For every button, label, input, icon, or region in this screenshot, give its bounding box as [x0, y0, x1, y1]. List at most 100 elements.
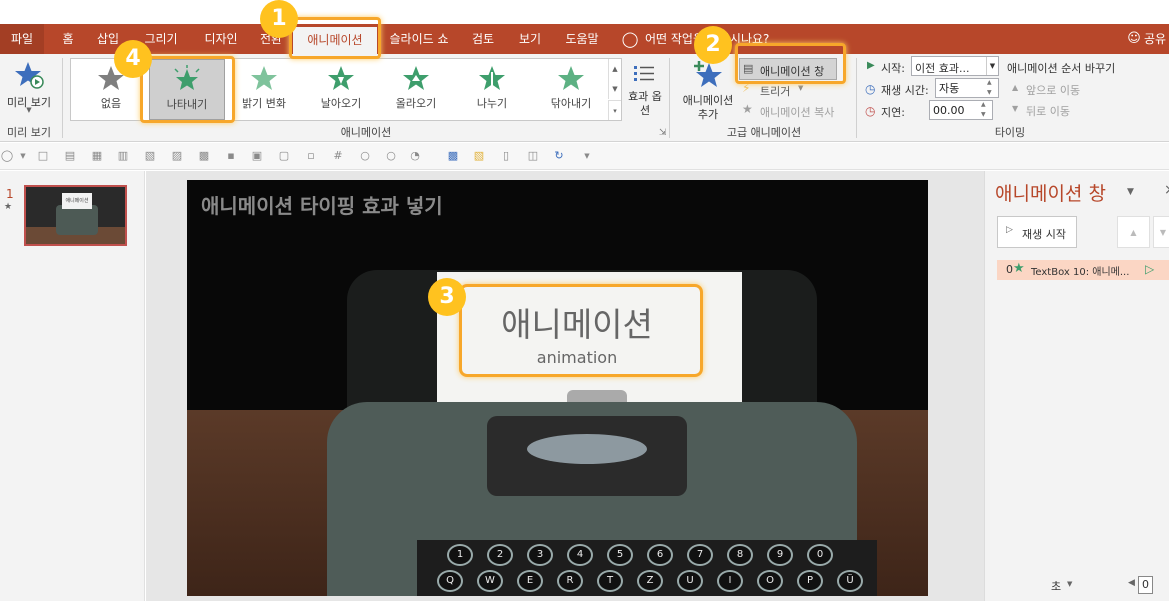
animation-item-index: 0	[1006, 263, 1013, 276]
animation-float-in[interactable]: 올라오기	[383, 59, 449, 120]
pane-menu-chevron-icon[interactable]: ▼	[1127, 187, 1134, 197]
gallery-scroll-down-icon[interactable]: ▼	[608, 79, 621, 99]
move-later-button[interactable]: ▼ 뒤로 이동	[1012, 103, 1122, 119]
align-center-icon[interactable]: ▨	[170, 149, 184, 163]
gallery-scroll-up-icon[interactable]: ▲	[608, 59, 621, 79]
tab-design[interactable]: 디자인	[196, 24, 246, 54]
animation-list-item[interactable]: 0 ★ TextBox 10: 애니메... ▷	[997, 260, 1169, 280]
move-earlier-button[interactable]: ▲ 앞으로 이동	[1012, 82, 1122, 98]
typewriter-number-key: 7	[687, 544, 713, 566]
seconds-unit-label: 초	[1051, 580, 1062, 593]
gallery-more-icon[interactable]: ▾	[608, 100, 621, 120]
step-badge-3: 3	[428, 278, 466, 316]
slide-thumbnail[interactable]: 애니메이션	[24, 185, 127, 246]
move-up-button[interactable]: ▲	[1117, 216, 1150, 248]
new-file-icon[interactable]: ▯	[499, 149, 513, 163]
typewriter-basket	[527, 434, 647, 464]
callout-animations-tab	[289, 17, 381, 59]
duration-spinner-icon[interactable]: ▲ ▼	[987, 78, 992, 98]
circle-fill-icon[interactable]: ○	[384, 149, 398, 163]
animation-fly-in[interactable]: 날아오기	[303, 59, 379, 120]
close-pane-icon[interactable]: ×	[1164, 182, 1169, 198]
lasso-icon[interactable]: ◯	[0, 149, 14, 163]
animation-wipe-label: 닦아내기	[550, 97, 592, 110]
typewriter-letter-key: W	[477, 570, 503, 592]
typewriter-number-key: 3	[527, 544, 553, 566]
slide-title[interactable]: 애니메이션 타이핑 효과 넣기	[201, 190, 443, 219]
start-select-value: 이전 효과...	[915, 62, 970, 75]
timeline-zoom-box[interactable]: 0	[1138, 576, 1153, 594]
fly-in-star-icon	[328, 66, 354, 90]
tab-file[interactable]: 파일	[0, 24, 44, 54]
tab-review[interactable]: 검토	[465, 24, 501, 54]
start-select[interactable]: 이전 효과... ▼	[911, 56, 999, 76]
thumb-paper: 애니메이션	[62, 193, 92, 209]
open-folder-icon[interactable]: ▧	[472, 149, 486, 163]
move-earlier-label: 앞으로 이동	[1026, 84, 1081, 97]
typewriter-letter-key: Z	[637, 570, 663, 592]
group-icon[interactable]: ▣	[250, 149, 264, 163]
regroup-icon[interactable]: ▫	[304, 149, 318, 163]
effect-options-button[interactable]: 효과 옵션	[624, 58, 664, 122]
preview-star-icon	[15, 62, 44, 89]
ungroup-icon[interactable]: ▢	[277, 149, 291, 163]
redo-icon[interactable]: ↻	[552, 149, 566, 163]
align-left-icon[interactable]: ▧	[143, 149, 157, 163]
preview-button[interactable]: 미리 보기 ▼	[2, 58, 56, 118]
start-chevron-icon: ▼	[986, 57, 998, 75]
slide[interactable]: 애니메이션 타이핑 효과 넣기 애니메이션 animation 12345678…	[187, 180, 928, 596]
customize-toolbar-icon[interactable]: ▼	[580, 149, 594, 163]
tab-help[interactable]: 도움말	[558, 24, 606, 54]
add-animation-button[interactable]: 애니메이션 추가	[676, 58, 740, 122]
animation-pane: 애니메이션 창 ▼ × ▷ 재생 시작 ▲ ▼ 0 ★ TextBox 10: …	[984, 171, 1169, 601]
typewriter-number-key: 1	[447, 544, 473, 566]
animation-item-label: TextBox 10: 애니메...	[1031, 267, 1130, 278]
typewriter-letter-key: I	[717, 570, 743, 592]
animation-fade[interactable]: 밝기 변화	[231, 59, 297, 120]
wipe-star-icon	[558, 66, 584, 90]
animation-painter-button[interactable]: ★ 애니메이션 복사	[742, 102, 852, 120]
align-bottom-icon[interactable]: ▥	[116, 149, 130, 163]
circle-shape-icon[interactable]: ○	[358, 149, 372, 163]
typewriter-number-key: 5	[607, 544, 633, 566]
save-icon[interactable]: ▩	[446, 149, 460, 163]
align-top-icon[interactable]: ▤	[63, 149, 77, 163]
shape-toolbar: ◯ ▼ □ ▤ ▦ ▥ ▧ ▨ ▩ ▪ ▣ ▢ ▫ # ○ ○ ◔ ▩ ▧ ▯ …	[0, 143, 1169, 170]
animation-fly-in-label: 날아오기	[320, 97, 362, 110]
typewriter-number-key: 8	[727, 544, 753, 566]
share-button[interactable]: 공유	[1144, 24, 1169, 54]
animation-pane-title: 애니메이션 창	[995, 183, 1106, 205]
tab-view[interactable]: 보기	[512, 24, 548, 54]
print-preview-icon[interactable]: ◫	[526, 149, 540, 163]
painter-icon: ★	[742, 102, 753, 116]
lasso-chevron-icon[interactable]: ▼	[16, 149, 30, 163]
fade-star-icon	[251, 66, 277, 90]
select-icon[interactable]: □	[36, 149, 50, 163]
preview-group-label: 미리 보기	[7, 126, 51, 139]
animation-painter-label: 애니메이션 복사	[760, 106, 835, 119]
animation-wipe[interactable]: 닦아내기	[535, 59, 607, 120]
effects-icon[interactable]: ◔	[408, 149, 422, 163]
distribute-icon[interactable]: ▪	[224, 149, 238, 163]
align-right-icon[interactable]: ▩	[197, 149, 211, 163]
slide-number: 1	[6, 187, 14, 201]
timeline-left-icon[interactable]: ◀	[1128, 578, 1135, 588]
thumb-typewriter	[56, 205, 98, 235]
up-arrow-icon: ▲	[1012, 83, 1019, 92]
delay-spinner-icon[interactable]: ▲ ▼	[981, 100, 986, 120]
duration-label: 재생 시간:	[881, 84, 929, 97]
group-divider	[669, 58, 670, 138]
animation-split[interactable]: 나누기	[459, 59, 525, 120]
timeline-play-icon: ▷	[1145, 262, 1155, 276]
tab-home[interactable]: 홈	[55, 24, 81, 54]
grid-icon[interactable]: #	[331, 149, 345, 163]
tab-slideshow[interactable]: 슬라이드 쇼	[385, 24, 453, 54]
preview-chevron-icon: ▼	[26, 106, 32, 114]
move-later-label: 뒤로 이동	[1026, 105, 1070, 118]
align-middle-icon[interactable]: ▦	[90, 149, 104, 163]
dialog-launcher-icon[interactable]: ⇲	[659, 128, 667, 138]
play-triangle-icon: ▷	[1006, 225, 1013, 235]
seconds-chevron-icon[interactable]: ▼	[1067, 580, 1072, 588]
move-down-button[interactable]: ▼	[1153, 216, 1169, 248]
play-from-button[interactable]: ▷ 재생 시작	[997, 216, 1077, 248]
